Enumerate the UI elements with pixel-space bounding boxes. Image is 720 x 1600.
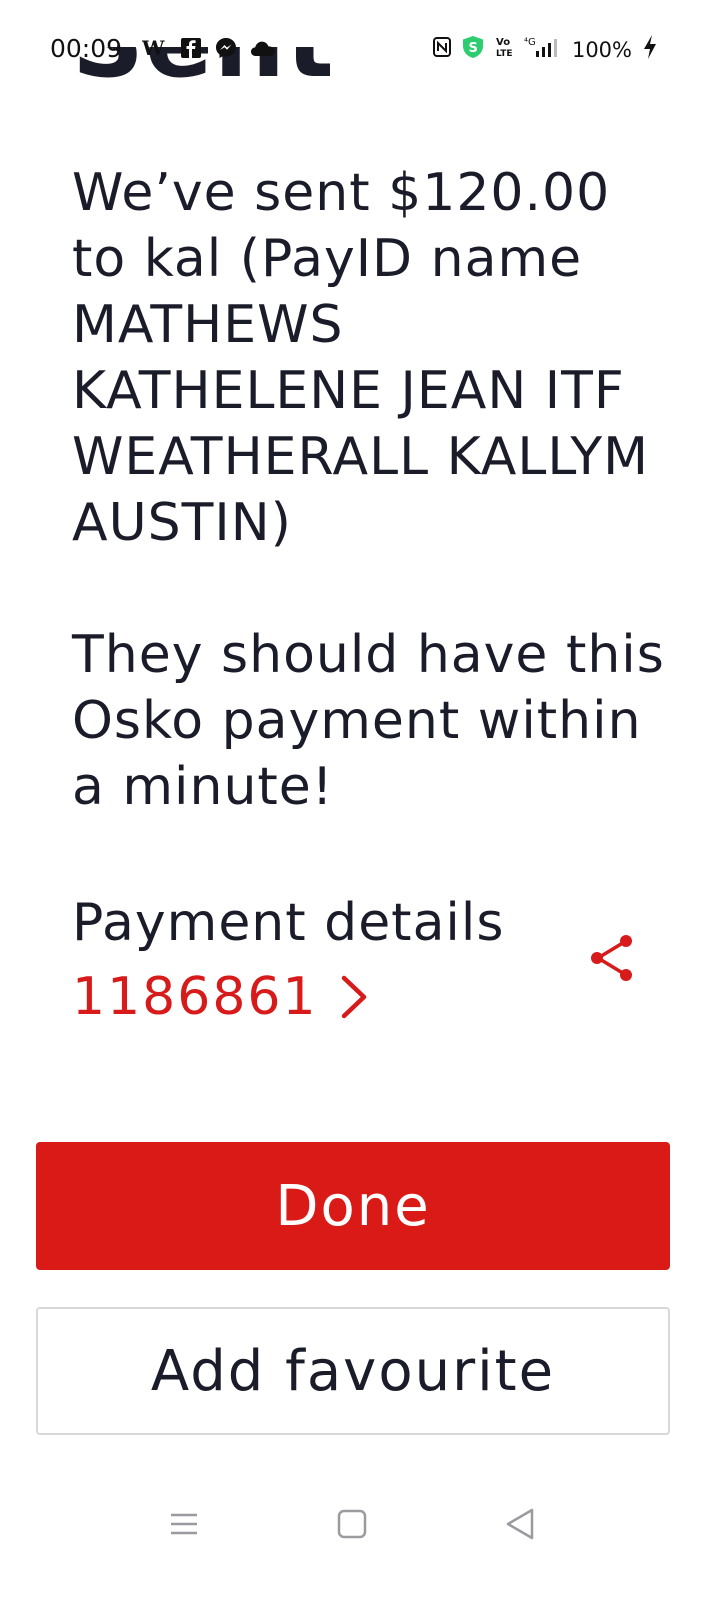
facebook-icon xyxy=(180,37,202,63)
svg-text:⁴G: ⁴G xyxy=(524,37,536,48)
share-button[interactable] xyxy=(588,932,638,984)
delivery-info-text: They should have this Osko payment withi… xyxy=(72,625,665,817)
back-button[interactable] xyxy=(496,1502,544,1550)
cloud-icon xyxy=(250,39,276,61)
battery-level: 100% xyxy=(571,37,632,62)
payment-reference-number: 1186861 xyxy=(72,967,318,1027)
back-icon xyxy=(504,1507,536,1545)
payment-details-section: Payment details 1186861 xyxy=(72,890,652,1040)
system-indicators: S Vo LTE ⁴G 100% xyxy=(432,34,658,65)
share-icon xyxy=(588,935,638,988)
status-bar: 00:09 W S Vo LTE ⁴G 100% xyxy=(0,0,720,100)
payment-reference-link[interactable]: 1186861 xyxy=(72,964,652,1030)
charging-icon xyxy=(642,34,658,65)
svg-text:S: S xyxy=(468,41,477,56)
confirmation-message: We’ve sent $120.00 to kal (PayID name MA… xyxy=(72,160,672,820)
svg-text:LTE: LTE xyxy=(496,49,513,59)
nfc-icon xyxy=(432,36,452,63)
add-favourite-button[interactable]: Add favourite xyxy=(36,1307,670,1435)
home-icon xyxy=(337,1509,367,1543)
payment-details-title: Payment details xyxy=(72,893,505,953)
wikipedia-icon: W xyxy=(141,36,168,62)
sent-summary-text: We’ve sent $120.00 to kal (PayID name MA… xyxy=(72,163,650,553)
shield-s-icon: S xyxy=(462,35,484,64)
notification-icons: W xyxy=(141,36,276,64)
menu-icon xyxy=(169,1511,199,1541)
svg-text:W: W xyxy=(142,38,165,58)
messenger-icon xyxy=(214,36,238,64)
menu-button[interactable] xyxy=(160,1502,208,1550)
navigation-bar xyxy=(0,1480,720,1600)
home-button[interactable] xyxy=(328,1502,376,1550)
status-time: 00:09 xyxy=(50,34,123,63)
done-button[interactable]: Done xyxy=(36,1142,670,1270)
svg-text:Vo: Vo xyxy=(496,37,510,48)
chevron-right-icon xyxy=(340,975,368,1019)
volte-icon: Vo LTE xyxy=(494,35,514,64)
signal-4g-icon: ⁴G xyxy=(524,35,562,64)
